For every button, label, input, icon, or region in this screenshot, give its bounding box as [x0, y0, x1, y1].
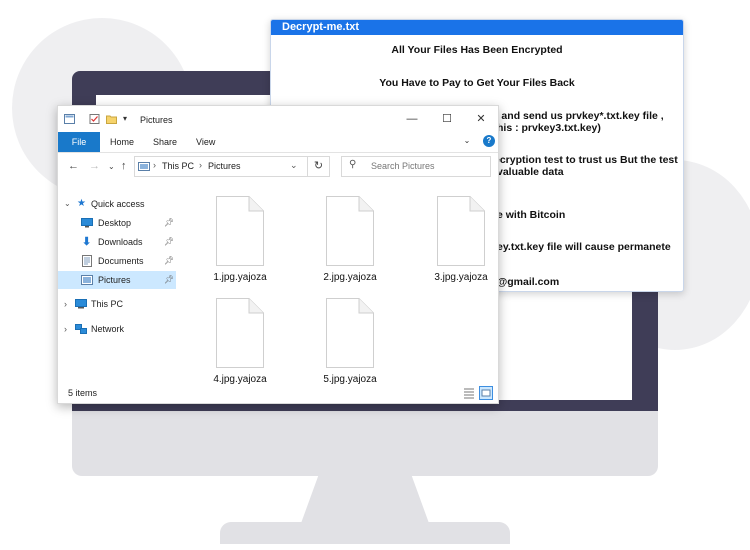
back-arrow-icon[interactable]: ←	[68, 160, 79, 172]
tab-view[interactable]: View	[196, 135, 215, 149]
file-item[interactable]: 5.jpg.yajoza	[310, 298, 390, 385]
nav-item-label: Pictures	[98, 275, 131, 285]
search-icon: ⚲	[349, 159, 357, 170]
tab-share[interactable]: Share	[153, 135, 177, 149]
forward-arrow-icon[interactable]: →	[89, 160, 100, 172]
file-name: 2.jpg.yajoza	[323, 272, 377, 283]
tab-home[interactable]: Home	[110, 135, 134, 149]
pin-icon[interactable]: 📌︎	[164, 271, 174, 289]
title-bar[interactable]: ▾ Pictures — ☐ ✕	[58, 106, 498, 132]
item-count: 5 items	[68, 388, 98, 398]
chevron-down-icon: ⌄	[64, 199, 71, 208]
download-icon: ⬇	[82, 236, 92, 248]
file-item[interactable]: 1.jpg.yajoza	[200, 196, 280, 283]
ransom-note-line: ey.txt.key file will cause permanete	[497, 241, 671, 253]
nav-item-downloads[interactable]: ⬇ Downloads 📌︎	[58, 233, 176, 251]
chevron-right-icon: ›	[64, 299, 67, 309]
monitor-stand-neck	[300, 476, 430, 526]
breadcrumb-this-pc[interactable]: This PC	[162, 161, 194, 171]
ransom-note-line: All Your Files Has Been Encrypted	[391, 44, 563, 56]
nav-item-label: Network	[91, 324, 125, 334]
window-icon	[64, 114, 75, 124]
maximize-button[interactable]: ☐	[435, 111, 459, 127]
file-icon	[326, 298, 374, 368]
nav-item-documents[interactable]: Documents 📌︎	[58, 252, 176, 270]
file-icon	[437, 196, 485, 266]
nav-item-pictures[interactable]: Pictures 📌︎	[58, 271, 176, 289]
new-folder-icon[interactable]	[106, 114, 117, 124]
pin-icon[interactable]: 📌︎	[164, 252, 174, 270]
monitor-chin	[72, 411, 658, 476]
ransom-note-line: his : prvkey3.txt.key)	[497, 122, 601, 134]
ransom-note-line: ecryption test to trust us But the test	[494, 154, 678, 166]
nav-item-label: This PC	[91, 299, 124, 309]
computer-icon	[75, 299, 87, 309]
nav-item-label: Downloads	[98, 237, 143, 247]
nav-item-quick-access[interactable]: ⌄ ★ Quick access	[58, 195, 176, 213]
up-arrow-icon[interactable]: ↑	[121, 160, 127, 172]
nav-item-label: Documents	[98, 256, 144, 266]
help-icon[interactable]: ?	[483, 135, 495, 147]
window-title: Pictures	[140, 115, 173, 125]
ransom-note-line: You Have to Pay to Get Your Files Back	[379, 77, 575, 89]
pin-icon[interactable]: 📌︎	[164, 233, 174, 251]
properties-icon[interactable]	[89, 114, 100, 124]
ransom-note-line: yes and send us prvkey*.txt.key file ,	[481, 110, 664, 122]
breadcrumb-pictures[interactable]: Pictures	[208, 161, 241, 171]
status-bar: 5 items	[58, 383, 498, 403]
file-icon	[216, 196, 264, 266]
address-toolbar: ← → ⌄ ↑ › This PC › Pictures ⌄ ↻ ⚲ Searc…	[58, 152, 498, 180]
chevron-right-icon: ›	[153, 160, 156, 170]
chevron-down-icon[interactable]: ⌄	[290, 160, 298, 171]
ransom-note-line: e with Bitcoin	[497, 209, 566, 221]
file-name: 3.jpg.yajoza	[434, 272, 488, 283]
file-icon	[326, 196, 374, 266]
network-icon	[75, 324, 87, 334]
refresh-icon[interactable]: ↻	[307, 156, 330, 177]
documents-icon	[82, 255, 92, 267]
minimize-button[interactable]: —	[400, 111, 424, 127]
chevron-down-icon[interactable]: ▾	[118, 111, 132, 127]
close-button[interactable]: ✕	[469, 111, 493, 127]
address-bar[interactable]: › This PC › Pictures ⌄	[134, 156, 308, 177]
file-explorer-window: ▾ Pictures — ☐ ✕ File Home Share View ⌄ …	[57, 105, 499, 404]
file-item[interactable]: 3.jpg.yajoza	[421, 196, 501, 283]
details-view-icon[interactable]	[462, 386, 476, 400]
ransom-note-line: @gmail.com	[497, 276, 560, 288]
ransom-note-line: valuable data	[497, 166, 564, 178]
chevron-right-icon: ›	[199, 160, 202, 170]
tab-file[interactable]: File	[58, 132, 100, 152]
recent-locations-icon[interactable]: ⌄	[108, 162, 115, 171]
pictures-icon	[138, 162, 150, 171]
search-input[interactable]: Search Pictures	[371, 161, 435, 171]
ribbon: File Home Share View ⌄ ?	[58, 132, 498, 153]
star-icon: ★	[77, 198, 86, 209]
pin-icon[interactable]: 📌︎	[164, 214, 174, 232]
large-icons-view-icon[interactable]	[479, 386, 493, 400]
file-icon	[216, 298, 264, 368]
nav-item-network[interactable]: › Network	[58, 320, 176, 338]
nav-item-desktop[interactable]: Desktop 📌︎	[58, 214, 176, 232]
chevron-down-icon[interactable]: ⌄	[460, 134, 474, 148]
nav-item-label: Quick access	[91, 199, 145, 209]
file-item[interactable]: 4.jpg.yajoza	[200, 298, 280, 385]
navigation-pane: ⌄ ★ Quick access Desktop 📌︎ ⬇ Downloads …	[58, 182, 176, 382]
file-name: 1.jpg.yajoza	[213, 272, 267, 283]
nav-item-label: Desktop	[98, 218, 132, 228]
chevron-right-icon: ›	[64, 324, 67, 334]
pictures-icon	[81, 275, 93, 285]
ransom-note-title: Decrypt-me.txt	[271, 20, 683, 35]
file-list: 1.jpg.yajoza 2.jpg.yajoza 3.jpg.yajoza 4…	[178, 182, 501, 385]
monitor-stand-base	[220, 522, 510, 544]
file-item[interactable]: 2.jpg.yajoza	[310, 196, 390, 283]
search-box[interactable]: ⚲ Search Pictures	[341, 156, 491, 177]
nav-item-this-pc[interactable]: › This PC	[58, 295, 176, 313]
desktop-icon	[81, 218, 93, 228]
